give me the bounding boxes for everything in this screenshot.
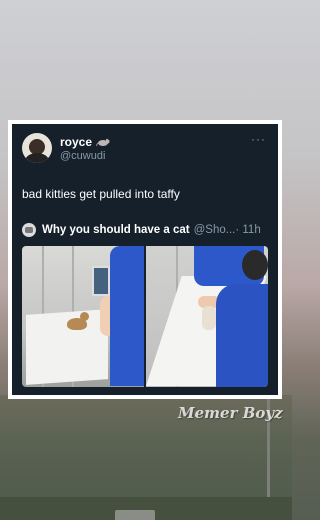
quoted-display-name[interactable]: Why you should have a cat [42,224,190,236]
tweet-card[interactable]: royce @cuwudi ··· bad kitties get pulled… [12,124,278,395]
stretched-cat [202,306,216,330]
quoted-media-grid [22,246,268,387]
author-names: royce @cuwudi [60,135,110,162]
screenshot-frame: royce @cuwudi ··· bad kitties get pulled… [8,120,282,399]
avatar[interactable] [22,133,52,163]
quoted-avatar[interactable] [22,223,36,237]
vet-machine [92,266,110,296]
vet-figure [216,284,268,387]
quoted-timestamp[interactable]: · 11h [235,224,260,236]
tweet-text: bad kitties get pulled into taffy [22,187,180,201]
quoted-tweet[interactable]: Why you should have a cat @Sho... · 11h [22,221,268,387]
vet-head [242,250,268,280]
tweet-header: royce @cuwudi ··· [22,131,268,165]
media-photo-1[interactable] [22,246,144,387]
media-photo-2[interactable] [146,246,268,387]
quoted-handle[interactable]: @Sho... [194,224,236,236]
vet-figure [110,246,144,386]
background-roof [115,510,155,520]
rat-icon [96,138,110,146]
quoted-tweet-header: Why you should have a cat @Sho... · 11h [22,221,268,239]
cat-head [80,312,89,321]
avatar-body [25,153,49,163]
watermark: Memer Boyz [178,404,283,422]
more-icon[interactable]: ··· [251,132,266,146]
display-name-row[interactable]: royce [60,135,110,149]
display-name[interactable]: royce [60,135,92,149]
author-handle[interactable]: @cuwudi [60,150,110,162]
